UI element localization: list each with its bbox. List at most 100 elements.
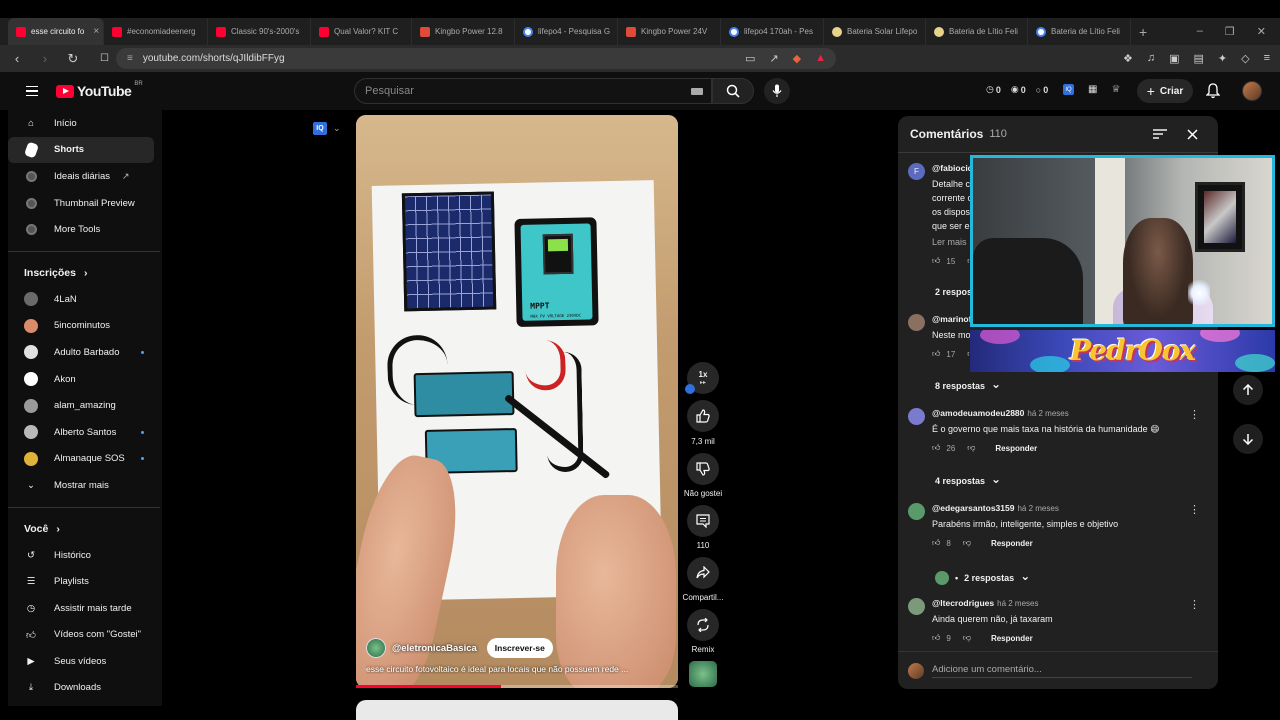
video-progress-bar[interactable] xyxy=(356,685,678,688)
browser-tab[interactable]: esse circuito fo × xyxy=(8,18,104,45)
shorts-video-player[interactable]: MPPT MAX PV VOLTAGE 230VDC xyxy=(356,115,678,688)
cast-icon[interactable]: ▭ xyxy=(745,52,755,65)
restore-icon[interactable]: ❐ xyxy=(1225,25,1235,38)
browser-tab[interactable]: lifepo4 170ah - Pes xyxy=(721,18,824,45)
trophy-icon[interactable]: ♕ xyxy=(1111,84,1120,95)
next-short-preview[interactable] xyxy=(356,700,678,720)
view-replies-button[interactable]: 4 respostas ⌄ xyxy=(935,472,1001,487)
sidebar-item-download[interactable]: ⤓ Downloads xyxy=(8,675,154,702)
show-more-button[interactable]: ⌄ Mostrar mais xyxy=(8,472,154,499)
subscription-item[interactable]: Adulto Barbado xyxy=(8,339,154,366)
share-icon[interactable]: ↗ xyxy=(769,52,778,65)
comment-author[interactable]: @edegarsantos3159 xyxy=(932,503,1014,513)
subscription-item[interactable]: Alberto Santos xyxy=(8,419,154,446)
minimize-icon[interactable]: – xyxy=(1197,25,1203,38)
leo-icon[interactable]: ✦ xyxy=(1218,52,1227,65)
thumbs-down-icon[interactable]: 👎︎ xyxy=(963,633,971,643)
subscription-item[interactable]: alam_amazing xyxy=(8,392,154,419)
voice-search-button[interactable] xyxy=(764,78,790,104)
add-comment-input[interactable]: Adicione um comentário... xyxy=(932,664,1192,678)
reply-button[interactable]: Responder xyxy=(991,634,1033,643)
browser-tab[interactable]: Bateria de Lítio Feli xyxy=(926,18,1028,45)
sidebar-item-playlists[interactable]: ☰ Playlists xyxy=(8,568,154,595)
more-actions-icon[interactable]: ⋮ xyxy=(1189,408,1200,421)
search-button[interactable] xyxy=(712,78,754,104)
dislike-button[interactable] xyxy=(687,453,719,485)
sidebar-item-like[interactable]: 👍︎ Vídeos com "Gostei" xyxy=(8,622,154,649)
sidebar-item-ideais-di-rias[interactable]: Ideais diárias ↗ xyxy=(8,163,154,190)
vidiq-icon[interactable]: IQ xyxy=(1063,84,1074,95)
subscriptions-header[interactable]: Inscrições › xyxy=(8,260,162,286)
back-icon[interactable]: ‹ xyxy=(10,51,24,66)
sidebar-item-more-tools[interactable]: More Tools xyxy=(8,216,154,243)
you-header[interactable]: Você › xyxy=(8,516,162,542)
comment-avatar[interactable] xyxy=(908,598,925,615)
browser-tab[interactable]: Bateria de Lítio Feli xyxy=(1028,18,1131,45)
comment-avatar[interactable]: F xyxy=(908,163,925,180)
comment-author[interactable]: @marinof xyxy=(932,314,971,324)
comment-avatar[interactable] xyxy=(908,503,925,520)
view-replies-button[interactable]: • 2 respostas ⌄ xyxy=(935,569,1030,585)
browser-tab[interactable]: Kingbo Power 12.8 xyxy=(412,18,515,45)
grid-icon[interactable]: ▦ xyxy=(1088,84,1097,95)
close-tab-icon[interactable]: × xyxy=(93,26,99,37)
sidebar-icon[interactable]: ▣ xyxy=(1169,52,1179,65)
sidebar-item-watch-later[interactable]: ◷ Assistir mais tarde xyxy=(8,595,154,622)
thumbs-up-icon[interactable]: 👍︎ xyxy=(932,538,940,548)
next-short-button[interactable] xyxy=(1233,424,1263,454)
hamburger-menu-icon[interactable] xyxy=(26,85,38,97)
more-actions-icon[interactable]: ⋮ xyxy=(1189,598,1200,611)
subscription-item[interactable]: Akon xyxy=(8,366,154,393)
menu-icon[interactable]: ≡ xyxy=(1264,52,1270,65)
youtube-logo[interactable]: YouTube BR xyxy=(56,81,143,99)
remix-button[interactable] xyxy=(687,609,719,641)
like-button[interactable] xyxy=(687,400,719,432)
share-button[interactable] xyxy=(687,557,719,589)
thumbs-up-icon[interactable]: 👍︎ xyxy=(932,349,940,359)
browser-tab[interactable]: Classic 90's-2000's xyxy=(208,18,311,45)
create-button[interactable]: + Criar xyxy=(1137,79,1193,103)
browser-tab[interactable]: #economiadeenerg xyxy=(104,18,208,45)
thumbs-up-icon[interactable]: 👍︎ xyxy=(932,443,940,453)
comments-button[interactable] xyxy=(687,505,719,537)
sort-icon[interactable] xyxy=(1153,129,1167,139)
notifications-button[interactable] xyxy=(1206,83,1220,99)
keyboard-icon[interactable] xyxy=(691,87,703,95)
more-actions-icon[interactable]: ⋮ xyxy=(1189,503,1200,516)
sidebar-item-history[interactable]: ↺ Histórico xyxy=(8,542,154,569)
vpn-icon[interactable]: ◇ xyxy=(1241,52,1249,65)
media-icon[interactable]: ♫ xyxy=(1147,52,1155,65)
extensions-icon[interactable]: ❖ xyxy=(1123,52,1133,65)
view-replies-button[interactable]: 8 respostas ⌄ xyxy=(935,377,1001,392)
reload-icon[interactable]: ↻ xyxy=(66,51,80,67)
site-info-icon[interactable]: ≡ xyxy=(127,53,133,64)
sound-thumbnail[interactable] xyxy=(689,661,717,687)
thumbs-up-icon[interactable]: 👍︎ xyxy=(932,256,940,266)
bookmark-icon[interactable]: ☐ xyxy=(100,53,109,64)
new-tab-icon[interactable]: + xyxy=(1131,24,1155,40)
reply-button[interactable]: Responder xyxy=(991,539,1033,548)
channel-name[interactable]: @eletronicaBasica xyxy=(392,643,477,654)
brave-rewards-icon[interactable]: ▲ xyxy=(815,52,826,65)
sidebar-item-in-cio[interactable]: ⌂ Início xyxy=(8,110,154,137)
previous-short-button[interactable] xyxy=(1233,375,1263,405)
wallet-icon[interactable]: ▤ xyxy=(1193,52,1203,65)
browser-tab[interactable]: Qual Valor? KIT C xyxy=(311,18,412,45)
reply-button[interactable]: Responder xyxy=(995,444,1037,453)
subscribe-button[interactable]: Inscrever-se xyxy=(486,638,553,658)
comment-avatar[interactable] xyxy=(908,314,925,331)
video-title[interactable]: esse circuito fotovoltaico é ideal para … xyxy=(366,664,666,674)
forward-icon[interactable]: › xyxy=(38,51,52,66)
browser-tab[interactable]: Bateria Solar Lifepo xyxy=(824,18,926,45)
comment-author[interactable]: @fabiocic xyxy=(932,163,972,173)
close-window-icon[interactable]: ✕ xyxy=(1257,25,1266,38)
thumbs-up-icon[interactable]: 👍︎ xyxy=(932,633,940,643)
sidebar-item-shorts[interactable]: Shorts xyxy=(8,136,154,164)
comment-avatar[interactable] xyxy=(908,408,925,425)
account-avatar[interactable] xyxy=(1242,81,1262,101)
vidiq-toggle[interactable]: IQ ⌄ xyxy=(313,122,341,135)
sidebar-item-your-videos[interactable]: ▶ Seus vídeos xyxy=(8,648,154,675)
sidebar-item-thumbnail-preview[interactable]: Thumbnail Preview xyxy=(8,190,154,217)
brave-shield-icon[interactable]: ◆ xyxy=(793,52,801,65)
comment-author[interactable]: @ltecrodrigues xyxy=(932,598,994,608)
